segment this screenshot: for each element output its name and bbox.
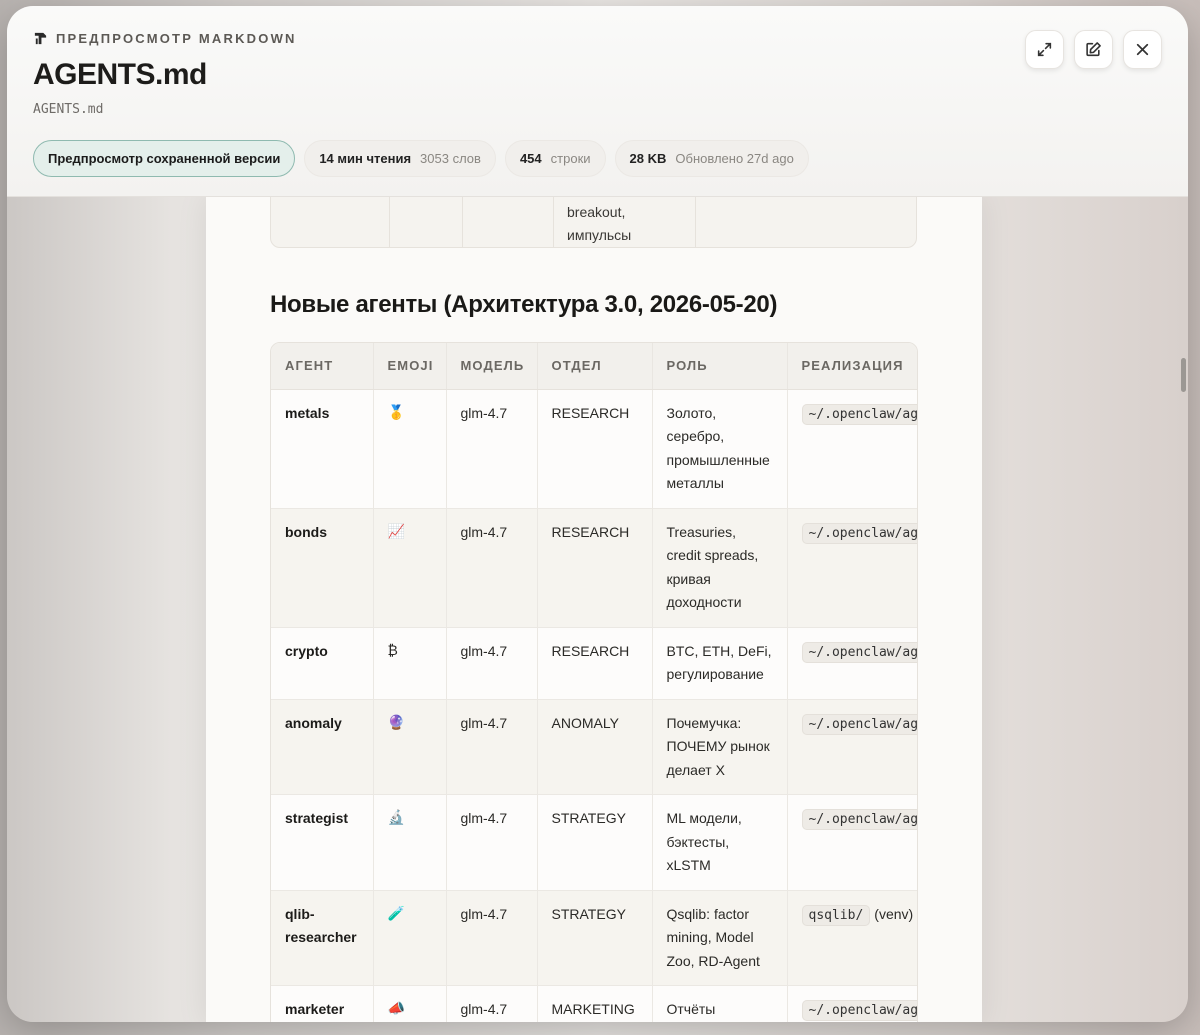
emoji-cell: 📈 [373, 508, 447, 628]
model-cell: glm-4.7 [446, 985, 538, 1022]
edit-icon [1086, 42, 1101, 57]
implementation-cell: ~/.openclaw/agents/anomaly [787, 699, 917, 795]
implementation-path: ~/.openclaw/agents/crypto [801, 641, 917, 663]
agent-cell: strategist [271, 794, 374, 891]
reading-time-pill: 14 мин чтения 3053 слов [304, 140, 496, 177]
lines-pill: 454 строки [504, 140, 606, 177]
markdown-icon [34, 32, 47, 45]
agent-cell: marketer [271, 985, 374, 1022]
model-cell: glm-4.7 [446, 627, 538, 700]
markdown-document: breakout, импульсы Новые агенты (Архитек… [206, 196, 982, 1022]
agent-cell: bonds [271, 508, 374, 628]
emoji-cell: 📣 [373, 985, 447, 1022]
agents-table[interactable]: АГЕНТ EMOJI МОДЕЛЬ ОТДЕЛ РОЛЬ РЕАЛИЗАЦИЯ… [270, 342, 918, 1022]
agent-cell: anomaly [271, 699, 374, 795]
implementation-cell: ~/.openclaw/agents/bonds [787, 508, 917, 628]
implementation-cell: qsqlib/(venv) [787, 890, 917, 986]
implementation-cell: ~/.openclaw/agents/metals [787, 389, 917, 509]
expand-button[interactable] [1025, 30, 1064, 69]
implementation-path: qsqlib/ [801, 904, 871, 926]
markdown-preview-modal: breakout, импульсы Новые агенты (Архитек… [7, 6, 1188, 1022]
department-cell: RESEARCH [537, 508, 653, 628]
implementation-path: ~/.openclaw/agents/marketer [801, 1000, 917, 1021]
implementation-cell: ~/.openclaw/agents/crypto [787, 627, 917, 700]
table-header-row: АГЕНТ EMOJI МОДЕЛЬ ОТДЕЛ РОЛЬ РЕАЛИЗАЦИЯ [271, 343, 917, 390]
department-cell: MARKETING [537, 985, 653, 1022]
department-cell: RESEARCH [537, 627, 653, 700]
emoji-cell: ₿ [373, 627, 447, 700]
model-cell: glm-4.7 [446, 890, 538, 986]
size-pill: 28 KB Обновлено 27d ago [614, 140, 809, 177]
table-row: anomaly 🔮 glm-4.7 ANOMALY Почемучка: ПОЧЕМУ … [271, 699, 917, 795]
agent-cell: qlib-researcher [271, 890, 374, 986]
model-cell: glm-4.7 [446, 794, 538, 891]
column-header: МОДЕЛЬ [446, 343, 538, 390]
implementation-cell: ~/.openclaw/agents/strategist [787, 794, 917, 891]
table-row: marketer 📣 glm-4.7 MARKETING Отчёты ~/.opencl… [271, 985, 917, 1022]
close-button[interactable] [1123, 30, 1162, 69]
previous-table-cell: breakout, импульсы [567, 204, 632, 243]
implementation-path: ~/.openclaw/agents/bonds [801, 522, 917, 544]
expand-icon [1037, 42, 1052, 57]
table-row: strategist 🔬 glm-4.7 STRATEGY ML модели, бэк… [271, 794, 917, 891]
column-header: АГЕНТ [271, 343, 374, 390]
model-cell: glm-4.7 [446, 699, 538, 795]
table-row: metals 🥇 glm-4.7 RESEARCH Золото, серебро, п… [271, 389, 917, 509]
model-cell: glm-4.7 [446, 389, 538, 509]
edit-button[interactable] [1074, 30, 1113, 69]
implementation-path: ~/.openclaw/agents/strategist [801, 809, 917, 830]
model-cell: glm-4.7 [446, 508, 538, 628]
scrollbar-thumb[interactable] [1181, 358, 1186, 392]
table-row: qlib-researcher 🧪 glm-4.7 STRATEGY Qsqlib: f… [271, 890, 917, 986]
emoji-cell: 🥇 [373, 389, 447, 509]
modal-header: ПРЕДПРОСМОТР MARKDOWN AGENTS.md AGENTS.m… [7, 6, 1188, 197]
previous-table-fragment: breakout, импульсы [270, 196, 917, 248]
table-row: bonds 📈 glm-4.7 RESEARCH Treasuries, credit … [271, 508, 917, 628]
table-row: crypto ₿ glm-4.7 RESEARCH BTC, ETH, DeFi, ре… [271, 627, 917, 700]
column-header: ОТДЕЛ [537, 343, 653, 390]
department-cell: STRATEGY [537, 890, 653, 986]
department-cell: RESEARCH [537, 389, 653, 509]
close-icon [1136, 43, 1149, 56]
column-header: РОЛЬ [652, 343, 788, 390]
department-cell: ANOMALY [537, 699, 653, 795]
column-header: РЕАЛИЗАЦИЯ [787, 343, 917, 390]
header-eyebrow: ПРЕДПРОСМОТР MARKDOWN [33, 31, 297, 46]
implementation-path: ~/.openclaw/agents/metals [801, 403, 917, 425]
implementation-path: ~/.openclaw/agents/anomaly [801, 713, 917, 735]
preview-saved-pill[interactable]: Предпросмотр сохраненной версии [33, 140, 296, 177]
header-actions [1025, 30, 1162, 69]
eyebrow-label: ПРЕДПРОСМОТР MARKDOWN [56, 31, 297, 46]
role-cell: Золото, серебро, промышленные металлы [652, 389, 788, 509]
page-title: AGENTS.md [33, 58, 207, 91]
role-cell: Отчёты [652, 985, 788, 1022]
role-cell: Qsqlib: factor mining, Model Zoo, RD-Age… [652, 890, 788, 986]
stats-pills: Предпросмотр сохраненной версии 14 мин ч… [33, 140, 809, 177]
column-header: EMOJI [373, 343, 447, 390]
role-cell: Treasuries, credit spreads, кривая доход… [652, 508, 788, 628]
role-cell: Почемучка: ПОЧЕМУ рынок делает X [652, 699, 788, 795]
section-heading: Новые агенты (Архитектура 3.0, 2026-05-2… [270, 291, 778, 318]
agent-cell: metals [271, 389, 374, 509]
agent-cell: crypto [271, 627, 374, 700]
implementation-cell: ~/.openclaw/agents/marketer [787, 985, 917, 1022]
emoji-cell: 🔬 [373, 794, 447, 891]
implementation-note: (venv) [874, 905, 914, 922]
emoji-cell: 🔮 [373, 699, 447, 795]
file-path: AGENTS.md [33, 102, 104, 117]
role-cell: ML модели, бэктесты, xLSTM [652, 794, 788, 891]
role-cell: BTC, ETH, DeFi, регулирование [652, 627, 788, 700]
emoji-cell: 🧪 [373, 890, 447, 986]
department-cell: STRATEGY [537, 794, 653, 891]
